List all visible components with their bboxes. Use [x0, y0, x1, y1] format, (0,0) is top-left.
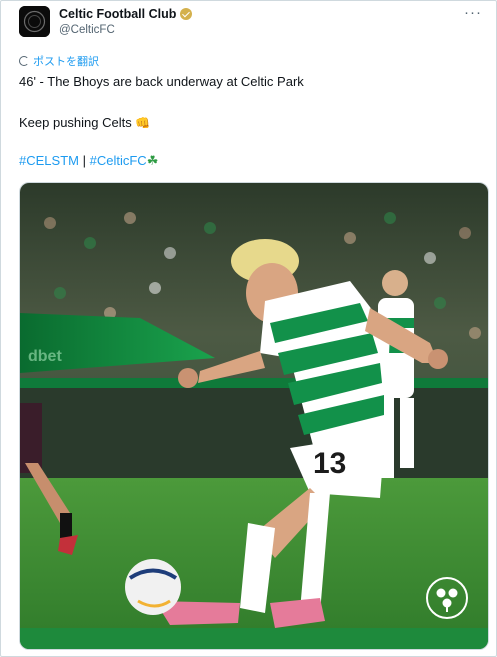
post-text-line2: Keep pushing Celts 👊 — [19, 115, 150, 130]
post-text-line2-text: Keep pushing Celts — [19, 115, 132, 130]
hashtag-celticfc[interactable]: #CelticFC — [90, 153, 147, 168]
author-avatar[interactable] — [19, 6, 50, 37]
tweet-card[interactable]: Celtic Football Club @CelticFC ··· ポストを翻… — [0, 0, 497, 657]
football-photo: dbet 13 — [20, 183, 488, 649]
verified-badge-icon — [180, 8, 193, 20]
fist-emoji-icon: 👊 — [135, 116, 151, 130]
translate-icon — [19, 56, 29, 66]
svg-text:dbet: dbet — [28, 348, 62, 365]
shamrock-emoji-icon: ☘ — [146, 153, 159, 168]
more-options-icon[interactable]: ··· — [464, 4, 482, 21]
hashtag-row: #CELSTM | #CelticFC☘ — [19, 153, 158, 169]
football — [125, 559, 181, 615]
hashtag-celstm[interactable]: #CELSTM — [19, 153, 79, 168]
author-handle[interactable]: @CelticFC — [59, 24, 115, 36]
translate-post-link[interactable]: ポストを翻訳 — [19, 53, 99, 69]
post-media-image[interactable]: dbet 13 — [19, 182, 489, 650]
post-text-line1: 46' - The Bhoys are back underway at Cel… — [19, 74, 304, 89]
translate-label: ポストを翻訳 — [33, 56, 99, 68]
author-name[interactable]: Celtic Football Club — [59, 7, 176, 21]
shirt-number: 13 — [313, 447, 346, 480]
author-name-row[interactable]: Celtic Football Club — [59, 7, 193, 21]
hashtag-separator: | — [82, 153, 86, 168]
